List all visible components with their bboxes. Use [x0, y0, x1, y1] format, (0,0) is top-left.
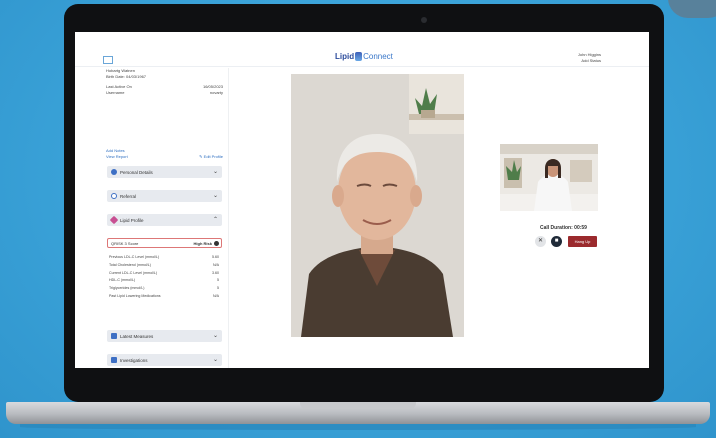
person-icon — [111, 169, 117, 175]
lipid-row: Past Lipid Lowering Medications N/A — [109, 293, 219, 301]
qrisk-label: QRISK 3 Score — [111, 241, 139, 246]
username-row: Username novarty — [106, 90, 223, 96]
user-panel: John Higgins Add Status — [578, 52, 601, 64]
laptop-notch — [300, 402, 416, 409]
laptop-shadow — [20, 424, 696, 430]
chevron-down-icon: ⌄ — [212, 193, 218, 199]
logo-text-lipid: Lipid — [335, 52, 355, 61]
investigations-icon — [111, 357, 117, 363]
add-status-link[interactable]: Add Status — [578, 58, 601, 64]
lipid-row: Previous LDL-C Level (mmol/L) 5.60 — [109, 254, 219, 262]
lipid-row-value: 3.60 — [212, 270, 219, 275]
camera-icon: ■ — [554, 238, 559, 244]
profile-links: Add Notes View Report ✎ Edit Profile — [106, 148, 223, 160]
accordion-lipid-profile[interactable]: Lipid Profile ⌃ — [107, 214, 222, 226]
mic-off-icon: ✕ — [537, 238, 544, 244]
patient-video-image — [291, 74, 464, 337]
lipid-row: Triglycerides (mmol/L) 5 — [109, 285, 219, 293]
lipid-icon — [109, 215, 119, 225]
qrisk-value: High Risk — [193, 241, 212, 246]
info-icon[interactable] — [214, 240, 219, 246]
lipid-row-label: Previous LDL-C Level (mmol/L) — [109, 255, 160, 259]
view-report-link[interactable]: View Report — [106, 154, 128, 160]
app-screen: Lipid Connect John Higgins Add Status Hob… — [75, 32, 649, 368]
accordion-label: Latest Measures — [120, 334, 154, 339]
username-value: novarty — [209, 89, 223, 95]
accordion-label: Referral — [120, 194, 137, 199]
accordion-referral[interactable]: Referral ⌄ — [107, 190, 222, 202]
accordion-investigations[interactable]: Investigations ⌄ — [107, 354, 222, 366]
logo-mark-icon — [355, 52, 363, 62]
hang-up-button[interactable]: Hang Up — [568, 236, 597, 247]
accordion-label: Personal Details — [120, 170, 153, 175]
patient-meta: Hobartg Watnen Birth Date: 04/03/1967 La… — [106, 68, 223, 95]
username-label: Username — [106, 89, 125, 95]
lipid-row-label: Triglycerides (mmol/L) — [109, 286, 145, 291]
report-row: View Report ✎ Edit Profile — [106, 154, 223, 160]
menu-icon[interactable] — [103, 56, 113, 64]
chevron-down-icon: ⌄ — [212, 357, 218, 363]
lipid-row-value: 5 — [217, 278, 219, 283]
accordion-latest-measures[interactable]: Latest Measures ⌄ — [107, 330, 222, 342]
app-logo[interactable]: Lipid Connect — [335, 52, 393, 62]
lipid-row: HDL-C (mmol/L) 5 — [109, 277, 219, 285]
lipid-row-value: N/A — [213, 293, 219, 298]
lipid-row: Current LDL-C Level (mmol/L) 3.60 — [109, 270, 219, 278]
measures-icon — [111, 333, 117, 339]
lipid-values-list: Previous LDL-C Level (mmol/L) 5.60 Total … — [109, 254, 219, 301]
patient-video-feed — [291, 74, 464, 337]
lipid-row-value: 5.60 — [212, 255, 219, 259]
lipid-row-value: N/A — [213, 262, 219, 267]
chevron-up-icon: ⌃ — [212, 217, 218, 223]
lipid-row-label: Current LDL-C Level (mmol/L) — [109, 270, 158, 275]
edit-icon: ✎ — [199, 154, 203, 159]
app-header: Lipid Connect John Higgins Add Status — [75, 32, 649, 67]
camera-toggle-button[interactable]: ■ — [551, 236, 562, 247]
doctor-video-image — [500, 144, 598, 211]
qrisk-score-field: QRISK 3 Score High Risk — [107, 238, 222, 248]
lipid-row-value: 5 — [217, 286, 219, 291]
lipid-row-label: HDL-C (mmol/L) — [109, 278, 136, 283]
edit-profile-link[interactable]: ✎ Edit Profile — [199, 154, 223, 160]
accordion-personal-details[interactable]: Personal Details ⌄ — [107, 166, 222, 178]
webcam-icon — [421, 17, 427, 23]
call-duration: Call Duration: 00:59 — [540, 225, 587, 231]
chevron-down-icon: ⌄ — [212, 333, 218, 339]
accordion-label: Investigations — [120, 358, 148, 363]
patient-sidebar: Hobartg Watnen Birth Date: 04/03/1967 La… — [101, 68, 229, 368]
lipid-row: Total Cholesterol (mmol/L) N/A — [109, 262, 219, 270]
logo-text-connect: Connect — [363, 52, 393, 61]
mute-mic-button[interactable]: ✕ — [535, 236, 546, 247]
accordion-label: Lipid Profile — [120, 218, 144, 223]
doctor-video-thumbnail[interactable] — [500, 144, 598, 211]
chevron-down-icon: ⌄ — [212, 169, 218, 175]
referral-icon — [111, 193, 117, 199]
lipid-row-label: Total Cholesterol (mmol/L) — [109, 262, 151, 267]
edit-profile-label: Edit Profile — [203, 154, 223, 159]
lipid-row-label: Past Lipid Lowering Medications — [109, 293, 161, 298]
